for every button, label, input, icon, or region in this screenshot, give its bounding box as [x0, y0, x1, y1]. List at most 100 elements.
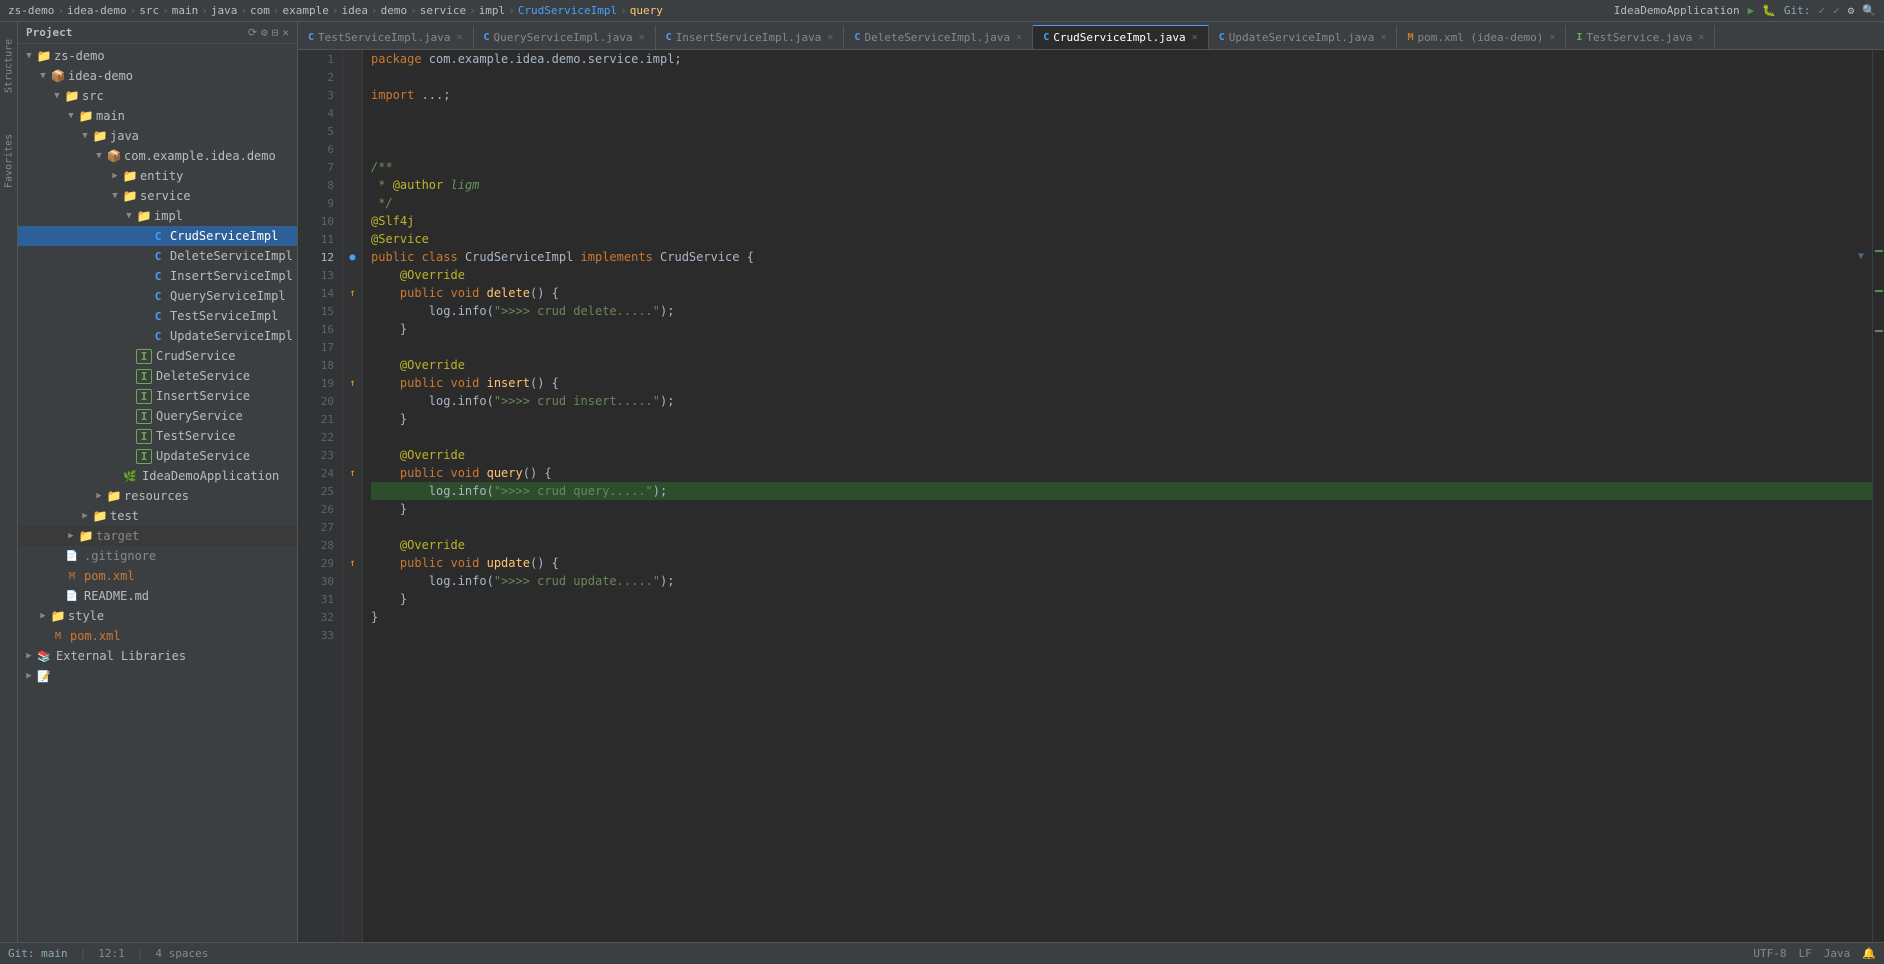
tab-InsertServiceImpl[interactable]: C InsertServiceImpl.java ×	[656, 25, 845, 49]
code-content[interactable]: package com.example.idea.demo.service.im…	[363, 50, 1872, 942]
tab-close-UpdateServiceImpl[interactable]: ×	[1380, 32, 1386, 43]
tree-item-DeleteServiceImpl[interactable]: C DeleteServiceImpl	[18, 246, 297, 266]
tree-item-entity[interactable]: ▶ 📁 entity	[18, 166, 297, 186]
bc-com[interactable]: com	[250, 4, 270, 17]
tree-item-CrudService[interactable]: I CrudService	[18, 346, 297, 366]
vcs-status[interactable]: Git: main	[8, 947, 68, 960]
code-editor[interactable]: 1 2 3 4 5 6 7 8 9 10 11 12 13 14 15 16 1…	[298, 50, 1884, 942]
tab-label-CrudServiceImpl: CrudServiceImpl.java	[1053, 31, 1185, 44]
tab-close-TestService[interactable]: ×	[1698, 32, 1704, 43]
bc-example[interactable]: example	[282, 4, 328, 17]
tree-item-test[interactable]: ▶ 📁 test	[18, 506, 297, 526]
vcs-checkmark2[interactable]: ✓	[1833, 4, 1840, 17]
file-type-label[interactable]: Java	[1824, 947, 1851, 960]
tree-item-DeleteService[interactable]: I DeleteService	[18, 366, 297, 386]
tree-item-target[interactable]: ▶ 📁 target	[18, 526, 297, 546]
tree-item-pom-root[interactable]: M pom.xml	[18, 626, 297, 646]
bc-main[interactable]: main	[172, 4, 199, 17]
tab-UpdateServiceImpl[interactable]: C UpdateServiceImpl.java ×	[1209, 25, 1398, 49]
arrow-ext-libs: ▶	[22, 651, 36, 661]
tree-item-InsertServiceImpl[interactable]: C InsertServiceImpl	[18, 266, 297, 286]
bc-impl[interactable]: impl	[479, 4, 506, 17]
tree-item-QueryServiceImpl[interactable]: C QueryServiceImpl	[18, 286, 297, 306]
bc-service[interactable]: service	[420, 4, 466, 17]
run-config-label[interactable]: IdeaDemoApplication	[1614, 4, 1740, 17]
notifications-icon[interactable]: 🔔	[1862, 947, 1876, 960]
token: {	[747, 248, 754, 266]
tab-close-pom[interactable]: ×	[1549, 32, 1555, 43]
label-test: test	[110, 509, 139, 523]
search-icon[interactable]: 🔍	[1862, 4, 1876, 17]
tree-item-service[interactable]: ▼ 📁 service	[18, 186, 297, 206]
structure-btn[interactable]: Structure	[0, 26, 19, 106]
tree-item-UpdateServiceImpl[interactable]: C UpdateServiceImpl	[18, 326, 297, 346]
vcs-checkmark1[interactable]: ✓	[1818, 4, 1825, 17]
sidebar-expand-btn[interactable]: ⊟	[272, 26, 279, 39]
tree-item-InsertService[interactable]: I InsertService	[18, 386, 297, 406]
tab-pom[interactable]: M pom.xml (idea-demo) ×	[1397, 25, 1566, 49]
token: class	[422, 248, 465, 266]
token: log.info(	[371, 392, 494, 410]
encoding-label[interactable]: UTF-8	[1753, 947, 1786, 960]
tree-item-pkg[interactable]: ▼ 📦 com.example.idea.demo	[18, 146, 297, 166]
tab-close-CrudServiceImpl[interactable]: ×	[1192, 32, 1198, 43]
token: delete	[487, 284, 530, 302]
bc-src[interactable]: src	[139, 4, 159, 17]
tab-DeleteServiceImpl[interactable]: C DeleteServiceImpl.java ×	[844, 25, 1033, 49]
run-btn-icon[interactable]: ▶	[1748, 4, 1755, 17]
tree-item-CrudServiceImpl[interactable]: C CrudServiceImpl	[18, 226, 297, 246]
tree-item-idea-demo[interactable]: ▼ 📦 idea-demo	[18, 66, 297, 86]
tab-close-TestServiceImpl[interactable]: ×	[456, 32, 462, 43]
line-separator-label[interactable]: LF	[1799, 947, 1812, 960]
tree-item-zs-demo[interactable]: ▼ 📁 zs-demo	[18, 46, 297, 66]
tree-item-pom-module[interactable]: M pom.xml	[18, 566, 297, 586]
indent-info[interactable]: 4 spaces	[155, 947, 208, 960]
tree-item-java[interactable]: ▼ 📁 java	[18, 126, 297, 146]
tree-item-TestService[interactable]: I TestService	[18, 426, 297, 446]
token: void	[450, 464, 486, 482]
tree-item-IdeaDemoApplication[interactable]: 🌿 IdeaDemoApplication	[18, 466, 297, 486]
sidebar-cog-btn[interactable]: ⚙	[261, 26, 268, 39]
tree-item-main[interactable]: ▼ 📁 main	[18, 106, 297, 126]
ln-30: 30	[298, 572, 342, 590]
code-line-18: @Override	[371, 356, 1872, 374]
tree-item-gitignore[interactable]: 📄 .gitignore	[18, 546, 297, 566]
package-icon: 📦	[106, 149, 122, 163]
tree-item-UpdateService[interactable]: I UpdateService	[18, 446, 297, 466]
tab-close-DeleteServiceImpl[interactable]: ×	[1016, 32, 1022, 43]
bc-query[interactable]: query	[630, 4, 663, 17]
tab-TestServiceImpl[interactable]: C TestServiceImpl.java ×	[298, 25, 474, 49]
tree-item-readme[interactable]: 📄 README.md	[18, 586, 297, 606]
tree-item-scratches[interactable]: ▶ 📝	[18, 666, 297, 686]
bc-java[interactable]: java	[211, 4, 238, 17]
debug-btn-icon[interactable]: 🐛	[1762, 4, 1776, 17]
bc-demo[interactable]: demo	[381, 4, 408, 17]
favorites-btn[interactable]: Favorites	[0, 126, 19, 196]
settings-btn[interactable]: ⚙	[1848, 4, 1855, 17]
bc-zs-demo[interactable]: zs-demo	[8, 4, 54, 17]
tab-CrudServiceImpl[interactable]: C CrudServiceImpl.java ×	[1033, 25, 1209, 49]
line-position[interactable]: 12:1	[98, 947, 125, 960]
token	[371, 266, 400, 284]
sidebar-close-btn[interactable]: ✕	[282, 26, 289, 39]
tree-item-TestServiceImpl[interactable]: C TestServiceImpl	[18, 306, 297, 326]
fold-class-icon[interactable]: ▼	[1858, 248, 1864, 266]
tree-item-QueryService[interactable]: I QueryService	[18, 406, 297, 426]
tab-close-QueryServiceImpl[interactable]: ×	[639, 32, 645, 43]
tree-item-style[interactable]: ▶ 📁 style	[18, 606, 297, 626]
tab-close-InsertServiceImpl[interactable]: ×	[827, 32, 833, 43]
tree-item-src[interactable]: ▼ 📁 src	[18, 86, 297, 106]
sidebar-sync-btn[interactable]: ⟳	[248, 26, 257, 39]
tree-item-external-libs[interactable]: ▶ 📚 External Libraries	[18, 646, 297, 666]
g-9	[343, 194, 362, 212]
bc-idea[interactable]: idea	[341, 4, 368, 17]
tab-QueryServiceImpl[interactable]: C QueryServiceImpl.java ×	[474, 25, 656, 49]
bc-idea-demo[interactable]: idea-demo	[67, 4, 127, 17]
tree-item-impl[interactable]: ▼ 📁 impl	[18, 206, 297, 226]
top-bar: zs-demo › idea-demo › src › main › java …	[0, 0, 1884, 22]
bc-crud[interactable]: CrudServiceImpl	[518, 4, 617, 17]
tab-label-InsertServiceImpl: InsertServiceImpl.java	[676, 31, 822, 44]
tab-TestService[interactable]: I TestService.java ×	[1566, 25, 1715, 49]
tree-item-resources[interactable]: ▶ 📁 resources	[18, 486, 297, 506]
token: () {	[523, 464, 552, 482]
